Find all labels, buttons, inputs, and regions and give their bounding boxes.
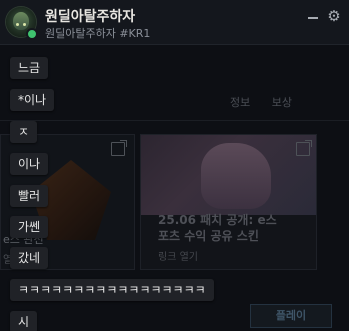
background-tabs: 정보 보상: [230, 94, 310, 110]
tab-info[interactable]: 정보: [230, 96, 250, 109]
chat-message: *이나: [10, 89, 55, 111]
tab-rewards[interactable]: 보상: [272, 96, 292, 109]
patch-card-art: [141, 135, 316, 215]
avatar-icon: [13, 12, 29, 30]
chat-message: 시: [10, 311, 38, 331]
chat-header: 원딜아탈주하자 원딜아탈주하자 #KR1 ⚙: [0, 0, 349, 45]
external-link-icon[interactable]: [111, 140, 127, 156]
patch-card-headline-line1: 25.06 패치 공개: e스: [158, 213, 277, 227]
avatar-eye-right: [23, 23, 26, 26]
tab-divider: [0, 120, 349, 121]
avatar-eye-left: [16, 23, 19, 26]
chat-message: 빨러: [10, 185, 49, 207]
minimize-icon[interactable]: [306, 9, 320, 23]
patch-card-headline: 25.06 패치 공개: e스 포츠 수익 공유 스킨: [158, 212, 277, 244]
chat-message: 느금: [10, 57, 49, 79]
chat-title: 원딜아탈주하자: [45, 9, 136, 25]
external-link-icon[interactable]: [296, 140, 312, 156]
patch-card-link[interactable]: 링크 열기: [158, 248, 198, 263]
chat-overlay-window: 정보 보상 e스 관전 열 25.06 패치 공개: e스 포츠 수익 공유 스…: [0, 0, 349, 331]
chat-message: ㅈ: [10, 121, 38, 143]
chat-message: 갔네: [10, 247, 49, 269]
chat-message: ㅋㅋㅋㅋㅋㅋㅋㅋㅋㅋㅋㅋㅋㅋㅋㅋㅋ: [10, 279, 214, 301]
chat-message: 가쎈: [10, 216, 49, 238]
champion-art: [201, 143, 271, 209]
play-button[interactable]: 플레이: [250, 304, 332, 328]
riot-id: 원딜아탈주하자 #KR1: [45, 27, 151, 40]
chat-message: 이나: [10, 153, 49, 175]
patch-card-headline-line2: 포츠 수익 공유 스킨: [158, 229, 259, 243]
gear-icon[interactable]: ⚙: [326, 8, 342, 24]
patch-notes-card[interactable]: 25.06 패치 공개: e스 포츠 수익 공유 스킨 링크 열기: [140, 134, 317, 270]
online-status-icon: [26, 28, 38, 40]
